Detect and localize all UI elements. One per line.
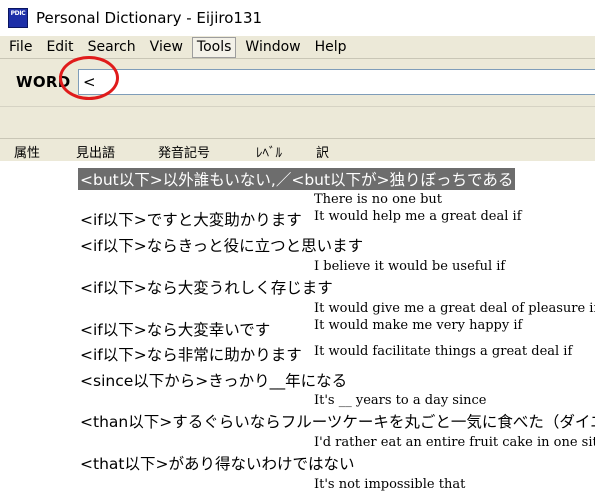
list-item-translation: It would facilitate things a great deal … — [314, 344, 573, 359]
column-pronunciation[interactable]: 発音記号 — [158, 142, 210, 161]
results-list[interactable]: <but以下>以外誰もいない,／<but以下が>独りぼっちである There i… — [0, 161, 595, 496]
toolbar-area — [0, 106, 595, 139]
word-search-input[interactable] — [78, 69, 595, 95]
list-item-headword[interactable]: <than以下>するぐらいならフルーツケーキを丸ごと一気に食べた（ダイエ — [80, 410, 595, 432]
title-bar: PDIC Personal Dictionary - Eijiro131 — [0, 0, 595, 36]
list-item-translation: It would help me a great deal if — [314, 209, 522, 224]
menu-search[interactable]: Search — [83, 37, 141, 58]
menu-tools[interactable]: Tools — [191, 36, 237, 58]
search-panel: WORD — [0, 58, 595, 107]
list-item-translation: It would give me a great deal of pleasur… — [314, 301, 595, 316]
list-item-headword[interactable]: <that以下>があり得ないわけではない — [80, 452, 354, 474]
window-title: Personal Dictionary - Eijiro131 — [36, 9, 263, 27]
list-item-headword[interactable]: <if以下>なら大変幸いです — [80, 318, 270, 340]
list-item-headword[interactable]: <if以下>なら非常に助かります — [80, 343, 302, 365]
list-item-translation: It's __ years to a day since — [314, 393, 487, 408]
column-header-row: 属性 見出語 発音記号 ﾚﾍﾞﾙ 訳 — [0, 138, 595, 162]
menu-edit[interactable]: Edit — [41, 37, 78, 58]
menu-window[interactable]: Window — [240, 37, 305, 58]
app-icon: PDIC — [8, 8, 28, 28]
list-item-translation: It's not impossible that — [314, 477, 466, 492]
list-item-headword[interactable]: <if以下>なら大変うれしく存じます — [80, 276, 333, 298]
column-level[interactable]: ﾚﾍﾞﾙ — [256, 142, 282, 161]
word-label: WORD — [16, 73, 71, 91]
list-item-headword[interactable]: <since以下から>きっかり__年になる — [80, 369, 347, 391]
list-item-headword[interactable]: <if以下>ならきっと役に立つと思います — [80, 234, 363, 256]
menu-bar: File Edit Search View Tools Window Help — [0, 36, 595, 58]
list-item-headword[interactable]: <but以下>以外誰もいない,／<but以下が>独りぼっちである — [78, 168, 516, 190]
list-item-translation: It would make me very happy if — [314, 318, 523, 333]
list-item-translation: I believe it would be useful if — [314, 259, 506, 274]
menu-help[interactable]: Help — [310, 37, 352, 58]
menu-file[interactable]: File — [4, 37, 37, 58]
menu-view[interactable]: View — [145, 37, 188, 58]
column-translation[interactable]: 訳 — [316, 142, 329, 161]
list-item-headword[interactable]: <if以下>ですと大変助かります — [80, 208, 302, 230]
column-headword[interactable]: 見出語 — [76, 142, 115, 161]
list-item-translation: I'd rather eat an entire fruit cake in o… — [314, 435, 595, 450]
column-attribute[interactable]: 属性 — [14, 142, 40, 161]
list-item-translation: There is no one but — [314, 192, 443, 207]
